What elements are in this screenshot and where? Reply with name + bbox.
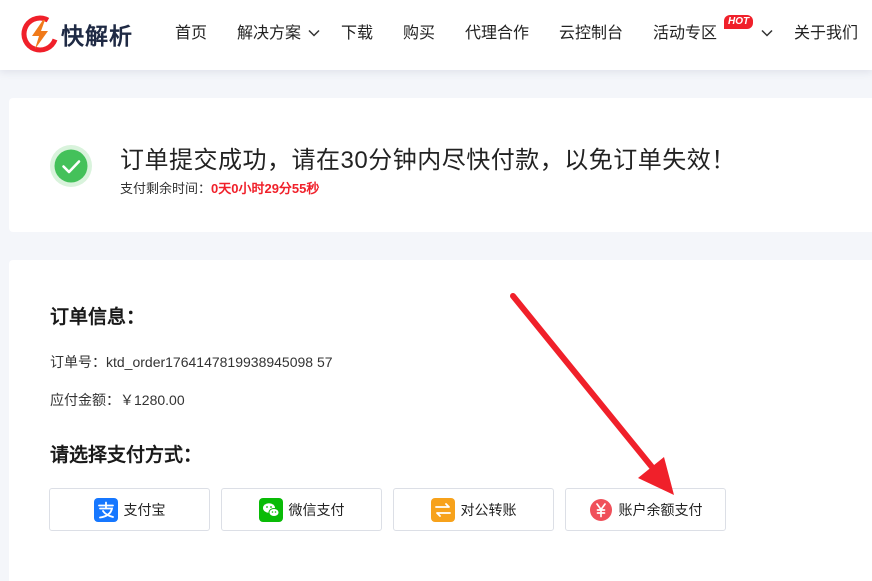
order-info-title: 订单信息：	[50, 307, 146, 328]
countdown-label: 支付剩余时间：	[120, 181, 212, 196]
lightning-logo-icon	[21, 15, 59, 53]
order-number-value: ktd_order1764147819938945098 57	[106, 354, 333, 370]
chevron-down-icon[interactable]	[760, 26, 774, 40]
amount-label: 应付金额：	[50, 392, 120, 408]
order-info-card: 订单信息： 订单号：ktd_order1764147819938945098 5…	[9, 260, 872, 581]
payment-countdown: 支付剩余时间：0天0小时29分55秒	[120, 178, 319, 197]
nav-home[interactable]: 首页	[175, 24, 207, 44]
order-number-label: 订单号：	[50, 354, 106, 370]
amount-value: ￥1280.00	[120, 392, 185, 408]
order-number-line: 订单号：ktd_order1764147819938945098 57	[50, 352, 333, 372]
success-title: 订单提交成功，请在30分钟内尽快付款，以免订单失效！	[120, 147, 736, 174]
nav-about[interactable]: 关于我们	[794, 24, 858, 44]
yuan-icon	[589, 498, 612, 521]
countdown-value: 0天0小时29分55秒	[211, 181, 320, 196]
order-success-card: 订单提交成功，请在30分钟内尽快付款，以免订单失效！ 支付剩余时间：0天0小时2…	[9, 98, 872, 232]
balance-pay-button[interactable]: 账户余额支付	[565, 488, 726, 531]
nav-download[interactable]: 下载	[341, 24, 373, 44]
brand-logo[interactable]: 快解析	[20, 14, 133, 54]
top-nav-bar: 快解析 首页 解决方案 下载 购买 代理合作 云控制台 活动专区 HOT 关于我…	[0, 0, 872, 70]
nav-events[interactable]: 活动专区	[653, 24, 717, 44]
nav-agent[interactable]: 代理合作	[465, 24, 529, 44]
wechat-icon	[258, 497, 283, 522]
transfer-icon	[430, 497, 455, 522]
bank-transfer-button[interactable]: 对公转账	[393, 488, 554, 531]
alipay-label: 支付宝	[123, 501, 166, 518]
payment-method-title: 请选择支付方式：	[50, 445, 203, 466]
brand-name: 快解析	[61, 23, 133, 49]
nav-buy[interactable]: 购买	[403, 24, 435, 44]
wechat-pay-button[interactable]: 微信支付	[221, 488, 382, 531]
wechat-pay-label: 微信支付	[288, 501, 345, 518]
bank-transfer-label: 对公转账	[460, 501, 517, 518]
nav-solutions[interactable]: 解决方案	[237, 24, 301, 44]
balance-pay-label: 账户余额支付	[618, 501, 703, 518]
alipay-button[interactable]: 支付宝	[49, 488, 210, 531]
check-circle-icon	[50, 145, 92, 187]
amount-line: 应付金额：￥1280.00	[50, 390, 185, 410]
nav-console[interactable]: 云控制台	[559, 24, 623, 44]
hot-badge: HOT	[724, 15, 754, 29]
alipay-icon	[93, 497, 118, 522]
chevron-down-icon[interactable]	[307, 26, 321, 40]
